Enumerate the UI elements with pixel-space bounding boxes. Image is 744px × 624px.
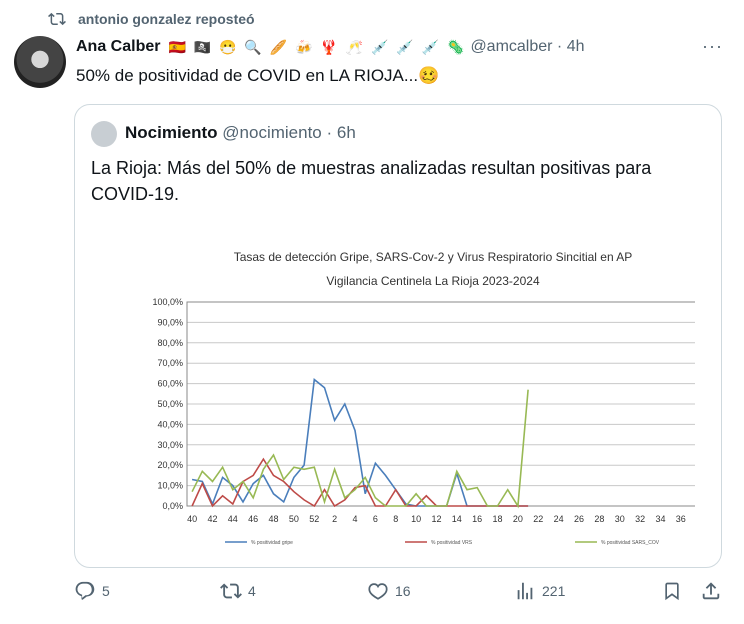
y-tick-label: 20,0% — [157, 460, 183, 470]
chart-title: Tasas de detección Gripe, SARS-Cov-2 y V… — [234, 250, 633, 264]
x-tick-label: 48 — [269, 514, 279, 524]
x-tick-label: 40 — [187, 514, 197, 524]
author-emojis: 🇪🇸 🏴‍☠️ 😷 🔍 🥖 🍻 🦞 🥂 💉 💉 💉 🦠 — [168, 38, 467, 55]
more-options-button[interactable]: ··· — [702, 36, 723, 57]
quoted-header: Nocimiento @nocimiento · 6h — [125, 123, 356, 143]
x-tick-label: 6 — [373, 514, 378, 524]
reply-button[interactable]: 5 — [74, 580, 110, 602]
repost-icon — [220, 583, 242, 599]
x-tick-label: 42 — [207, 514, 217, 524]
bookmark-button[interactable] — [662, 580, 682, 602]
reply-count: 5 — [102, 583, 110, 599]
quoted-text: La Rioja: Más del 50% de muestras analiz… — [91, 158, 652, 204]
x-tick-label: 30 — [615, 514, 625, 524]
x-tick-label: 18 — [493, 514, 503, 524]
legend-label: % positividad gripe — [251, 540, 293, 546]
like-count: 16 — [395, 583, 411, 599]
action-bar: 5 4 16 221 — [0, 580, 744, 610]
x-tick-label: 12 — [431, 514, 441, 524]
y-tick-label: 70,0% — [157, 358, 183, 368]
like-button[interactable]: 16 — [367, 580, 411, 602]
x-tick-label: 46 — [248, 514, 258, 524]
heart-icon — [368, 583, 388, 600]
y-tick-label: 50,0% — [157, 399, 183, 409]
x-tick-label: 8 — [393, 514, 398, 524]
x-tick-label: 14 — [452, 514, 462, 524]
legend-label: % positividad SARS_COV — [601, 540, 660, 546]
y-tick-label: 10,0% — [157, 481, 183, 491]
x-tick-label: 22 — [533, 514, 543, 524]
views-count: 221 — [542, 583, 566, 599]
chart-subtitle: Vigilancia Centinela La Rioja 2023-2024 — [326, 274, 540, 288]
repost-label: antonio gonzalez reposteó — [78, 11, 255, 27]
repost-icon — [48, 12, 66, 26]
repost-count: 4 — [248, 583, 256, 599]
y-tick-label: 80,0% — [157, 338, 183, 348]
bookmark-icon — [665, 582, 679, 601]
y-tick-label: 100,0% — [152, 297, 183, 307]
x-tick-label: 2 — [332, 514, 337, 524]
x-tick-label: 26 — [574, 514, 584, 524]
x-tick-label: 10 — [411, 514, 421, 524]
y-tick-label: 90,0% — [157, 317, 183, 327]
legend-label: % positividad VRS — [431, 540, 473, 546]
x-tick-label: 16 — [472, 514, 482, 524]
repost-button[interactable]: 4 — [220, 580, 256, 602]
chart: Tasas de detección Gripe, SARS-Cov-2 y V… — [152, 250, 695, 546]
views-button[interactable]: 221 — [514, 580, 565, 602]
quoted-author-name: Nocimiento — [125, 123, 218, 142]
x-tick-label: 34 — [655, 514, 665, 524]
y-tick-label: 40,0% — [157, 419, 183, 429]
x-tick-label: 20 — [513, 514, 523, 524]
x-tick-label: 24 — [554, 514, 564, 524]
quoted-avatar[interactable] — [91, 121, 117, 147]
author-handle[interactable]: @amcalber · 4h — [470, 38, 584, 56]
y-tick-label: 60,0% — [157, 379, 183, 389]
share-icon — [702, 582, 720, 600]
quoted-post[interactable]: Nocimiento @nocimiento · 6h La Rioja: Má… — [74, 104, 722, 568]
quoted-author-handle: @nocimiento · 6h — [222, 123, 356, 142]
x-tick-label: 52 — [309, 514, 319, 524]
reply-icon — [75, 581, 95, 600]
post-text: 50% de positividad de COVID en LA RIOJA.… — [76, 66, 440, 85]
y-tick-label: 30,0% — [157, 440, 183, 450]
y-tick-label: 0,0% — [162, 501, 183, 511]
author-name[interactable]: Ana Calber — [76, 38, 160, 56]
views-icon — [517, 582, 533, 600]
avatar[interactable] — [14, 36, 66, 88]
x-tick-label: 28 — [594, 514, 604, 524]
share-button[interactable] — [700, 580, 722, 602]
x-tick-label: 36 — [676, 514, 686, 524]
series-line-3 — [191, 389, 529, 509]
x-tick-label: 4 — [352, 514, 357, 524]
x-tick-label: 32 — [635, 514, 645, 524]
x-tick-label: 50 — [289, 514, 299, 524]
post-header: Ana Calber 🇪🇸 🏴‍☠️ 😷 🔍 🥖 🍻 🦞 🥂 💉 💉 💉 🦠 @… — [76, 38, 585, 56]
x-tick-label: 44 — [228, 514, 238, 524]
